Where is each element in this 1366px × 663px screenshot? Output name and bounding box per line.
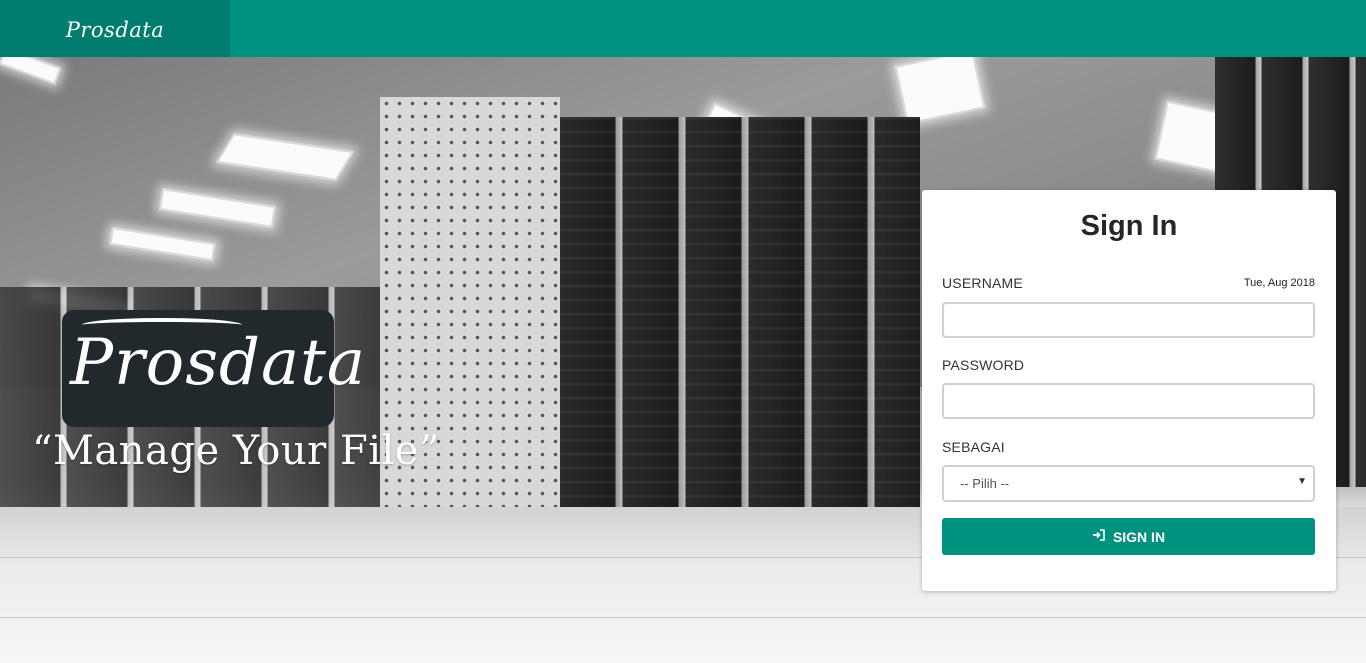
login-title: Sign In: [1080, 210, 1178, 242]
role-select[interactable]: -- Pilih -- ▼: [942, 465, 1315, 502]
role-select-value: -- Pilih --: [960, 476, 1010, 491]
current-date: Tue, Aug 2018: [1243, 277, 1315, 289]
username-label: USERNAME: [942, 275, 1023, 291]
server-rack-row: [560, 117, 920, 517]
sign-in-button[interactable]: SIGN IN: [942, 518, 1315, 555]
brand-text: Prosdata: [65, 17, 165, 42]
brand-logo[interactable]: Prosdata: [0, 0, 230, 57]
sign-in-label: SIGN IN: [1112, 528, 1166, 545]
password-label: PASSWORD: [942, 357, 1025, 373]
role-label: SEBAGAI: [942, 439, 1005, 455]
caret-down-icon: ▼: [1297, 476, 1307, 487]
password-input[interactable]: [942, 383, 1315, 419]
username-input[interactable]: [942, 302, 1315, 338]
top-navbar: Prosdata: [0, 0, 1366, 57]
hero-logo-text: Prosdata: [70, 326, 367, 400]
hero-tagline: “Manage Your File”: [32, 428, 440, 474]
sign-in-icon: [1092, 529, 1105, 544]
